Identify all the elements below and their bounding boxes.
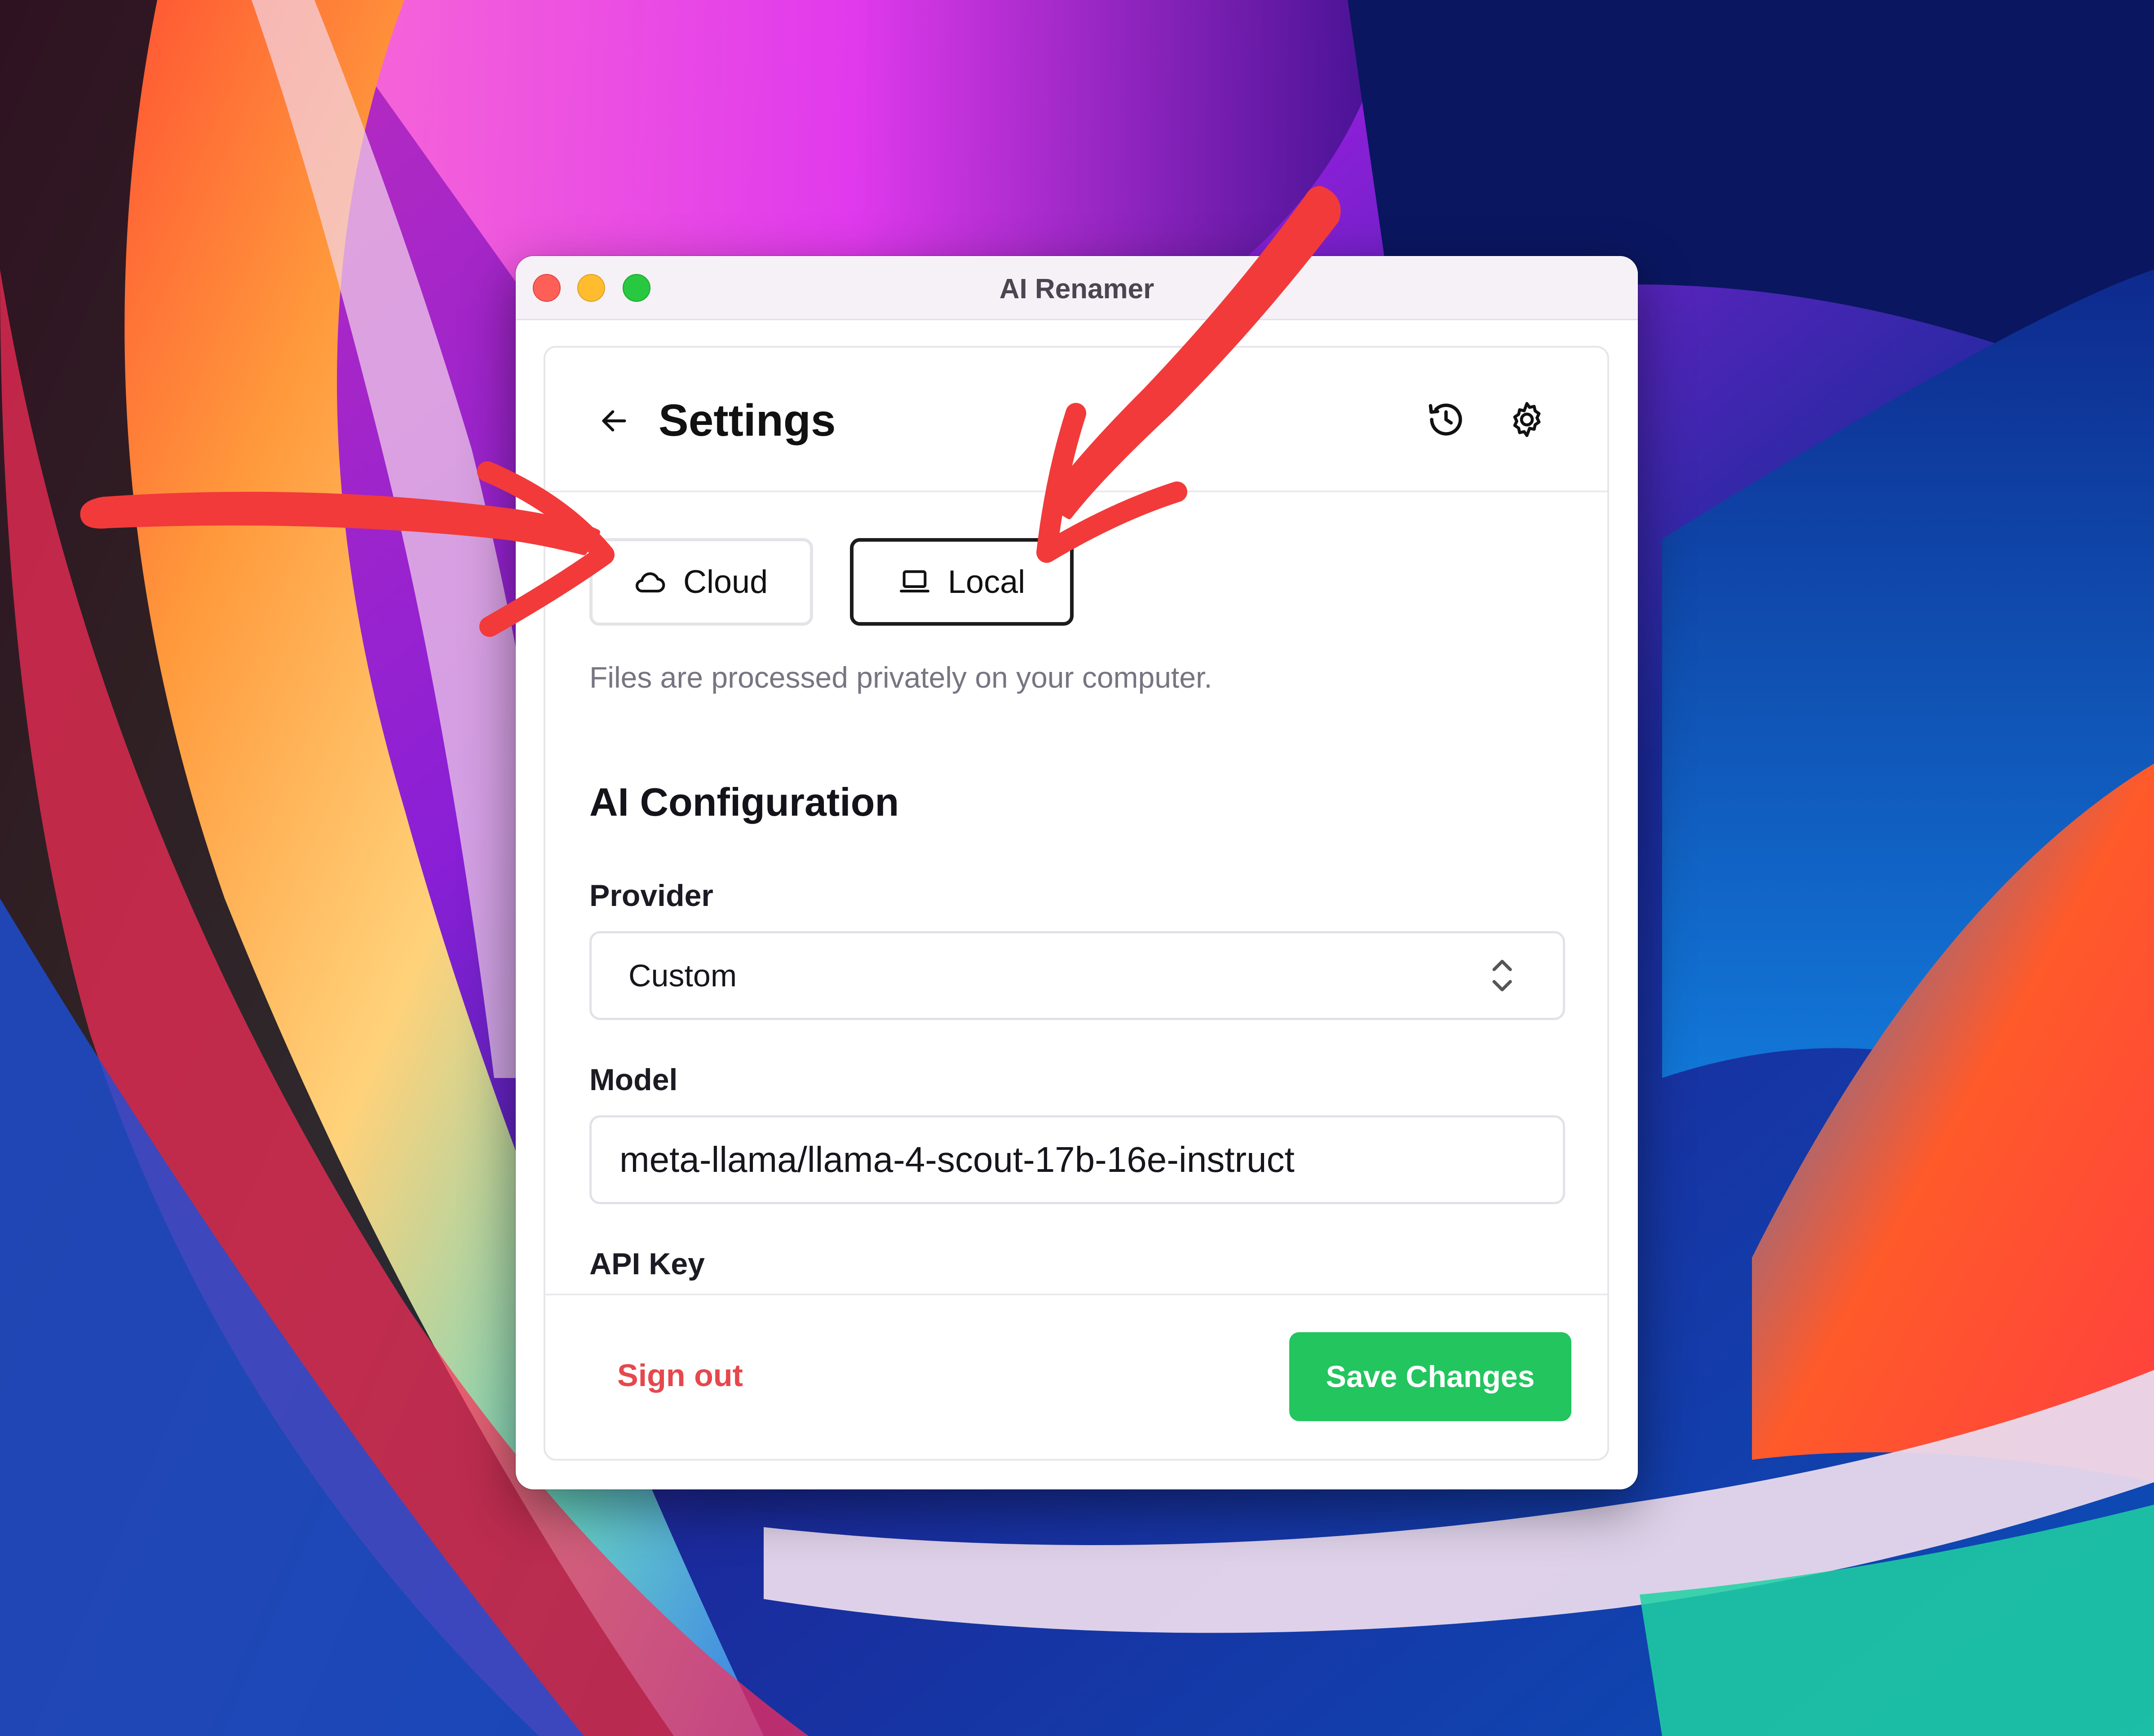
local-mode-button[interactable]: Local [850,538,1074,626]
window-title: AI Renamer [999,274,1154,305]
title-bar: AI Renamer [516,256,1638,320]
gear-icon[interactable] [1507,399,1547,440]
provider-label: Provider [589,879,713,913]
page-title: Settings [659,395,836,446]
model-label: Model [589,1063,678,1097]
provider-selected-value: Custom [628,958,737,993]
mode-description: Files are processed privately on your co… [589,661,1212,694]
settings-header: Settings [545,348,1607,492]
provider-select[interactable]: Custom [589,931,1565,1020]
cloud-mode-button[interactable]: Cloud [589,538,813,626]
sign-out-button[interactable]: Sign out [617,1357,743,1393]
api-key-label: API Key [589,1247,705,1281]
history-icon[interactable] [1426,399,1466,440]
model-input[interactable]: meta-llama/llama-4-scout-17b-16e-instruc… [589,1115,1565,1204]
arrow-left-icon[interactable] [598,405,630,437]
cloud-icon [636,572,665,592]
save-changes-button[interactable]: Save Changes [1289,1332,1571,1421]
laptop-icon [900,570,929,592]
app-window: AI Renamer Settings Cloud Local Files ar… [516,256,1638,1489]
chevron-up-down-icon [1492,959,1512,992]
cloud-mode-label: Cloud [683,564,768,600]
local-mode-label: Local [948,564,1026,600]
model-input-value: meta-llama/llama-4-scout-17b-16e-instruc… [619,1140,1295,1179]
settings-footer: Sign out Save Changes [544,1294,1609,1461]
ai-configuration-heading: AI Configuration [589,780,899,824]
